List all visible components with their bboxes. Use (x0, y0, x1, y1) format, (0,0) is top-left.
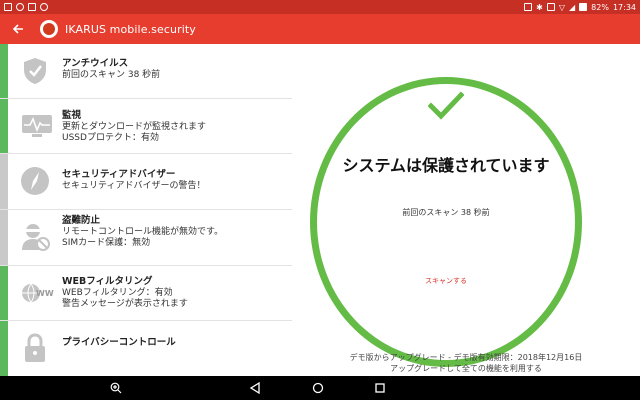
shield-icon (20, 56, 50, 86)
padlock-icon (20, 333, 50, 363)
svg-text:WWW: WWW (36, 289, 54, 298)
sidebar-item-line: 更新とダウンロードが監視されます (62, 122, 207, 132)
status-stripe (0, 321, 8, 376)
status-bar-right: ✱ ▽ ◢ 82% 17:34 (524, 3, 636, 12)
sidebar-item-anti-theft[interactable]: 盗難防止 リモートコントロール機能が無効です。 SIMカード保護：無効 (0, 210, 292, 266)
wifi-icon: ▽ (558, 2, 565, 12)
app-bar: IKARUS mobile.security (0, 14, 640, 44)
sidebar-item-line: 前回のスキャン 38 秒前 (62, 70, 161, 80)
sidebar-item-antivirus[interactable]: アンチウイルス 前回のスキャン 38 秒前 (0, 44, 292, 99)
status-panel: システムは保護されています 前回のスキャン 38 秒前 スキャンする デモ版から… (292, 44, 640, 376)
sidebar-item-text: プライバシーコントロール (62, 337, 286, 349)
sidebar-item-monitoring[interactable]: 監視 更新とダウンロードが監視されます USSDプロテクト：有効 (0, 99, 292, 154)
nav-back-button[interactable] (246, 379, 264, 397)
nav-home-button[interactable] (309, 379, 327, 397)
sidebar-item-title: セキュリティアドバイザー (62, 169, 176, 180)
status-bar: ✱ ▽ ◢ 82% 17:34 (0, 0, 640, 14)
notification-app-icon (40, 3, 48, 11)
screen: ✱ ▽ ◢ 82% 17:34 IKARUS mobile.security ア… (0, 0, 640, 400)
sidebar-item-text: 盗難防止 リモートコントロール機能が無効です。 SIMカード保護：無効 (62, 215, 286, 249)
sidebar-item-text: WEBフィルタリング WEBフィルタリング：有効 警告メッセージが表示されます (62, 276, 286, 310)
home-circle-icon (312, 382, 324, 394)
notification-app-icon (28, 3, 36, 11)
sidebar-item-text: アンチウイルス 前回のスキャン 38 秒前 (62, 58, 286, 81)
status-stripe (0, 154, 8, 209)
navigation-bar (0, 376, 640, 400)
sidebar-item-text: セキュリティアドバイザー セキュリティアドバイザーの警告！ (62, 169, 286, 192)
last-scan-text: 前回のスキャン 38 秒前 (402, 208, 490, 217)
signal-icon: ◢ (569, 2, 576, 12)
clock: 17:34 (612, 2, 636, 12)
battery-icon (579, 3, 588, 11)
notification-app-icon (16, 3, 24, 11)
upgrade-text[interactable]: アップグレードして全ての機能を利用する (292, 363, 640, 374)
bluetooth-icon: ✱ (536, 2, 543, 12)
sidebar-item-title: アンチウイルス (62, 58, 129, 69)
zoom-button[interactable] (107, 379, 125, 397)
sidebar-item-line: 警告メッセージが表示されます (62, 299, 188, 309)
sidebar-item-line: USSDプロテクト：有効 (62, 133, 159, 143)
sidebar-item-title: プライバシーコントロール (62, 337, 176, 348)
vibrate-icon (546, 3, 555, 11)
recents-square-icon (375, 383, 385, 393)
status-bar-left (4, 3, 48, 11)
monitor-pulse-icon (20, 111, 54, 141)
ikarus-logo (40, 20, 58, 38)
notification-app-icon (4, 3, 12, 11)
sidebar-item-line: SIMカード保護：無効 (62, 238, 151, 248)
feature-list: アンチウイルス 前回のスキャン 38 秒前 監視 更新とダウンロードが監視されま… (0, 44, 292, 376)
nav-recents-button[interactable] (371, 379, 389, 397)
arrow-left-icon (12, 24, 23, 34)
protection-status-text: システムは保護されています (342, 156, 550, 175)
sidebar-item-line: リモートコントロール機能が無効です。 (62, 227, 224, 237)
status-stripe (0, 99, 8, 153)
zoom-icon (110, 382, 122, 394)
scan-now-link[interactable]: スキャンする (310, 276, 582, 286)
status-stripe (0, 210, 8, 265)
sidebar-item-title: 盗難防止 (62, 215, 101, 226)
sidebar-item-title: WEBフィルタリング (62, 276, 153, 287)
sidebar-item-privacy-control[interactable]: プライバシーコントロール (0, 321, 292, 376)
sidebar-item-title: 監視 (62, 110, 82, 121)
status-stripe (0, 266, 8, 320)
battery-level: 82% (591, 2, 609, 12)
sidebar-item-text: 監視 更新とダウンロードが監視されます USSDプロテクト：有効 (62, 110, 286, 144)
sidebar-item-web-filtering[interactable]: WWW WEBフィルタリング WEBフィルタリング：有効 警告メッセージが表示さ… (0, 266, 292, 321)
cast-icon (524, 3, 533, 11)
checkmark-icon (428, 91, 464, 120)
compass-icon (20, 166, 50, 196)
thief-icon (20, 222, 50, 252)
sidebar-item-line: セキュリティアドバイザーの警告！ (62, 181, 206, 191)
status-stripe (0, 44, 8, 98)
back-button[interactable] (0, 14, 36, 44)
back-triangle-icon (249, 382, 260, 394)
app-title: IKARUS mobile.security (65, 22, 196, 36)
demo-expiry-text[interactable]: デモ版からアップグレード - デモ版有効期限：2018年12月16日 (292, 352, 640, 363)
www-icon: WWW (20, 278, 54, 308)
sidebar-item-security-advisor[interactable]: セキュリティアドバイザー セキュリティアドバイザーの警告！ (0, 154, 292, 210)
sidebar-item-line: WEBフィルタリング：有効 (62, 288, 173, 298)
